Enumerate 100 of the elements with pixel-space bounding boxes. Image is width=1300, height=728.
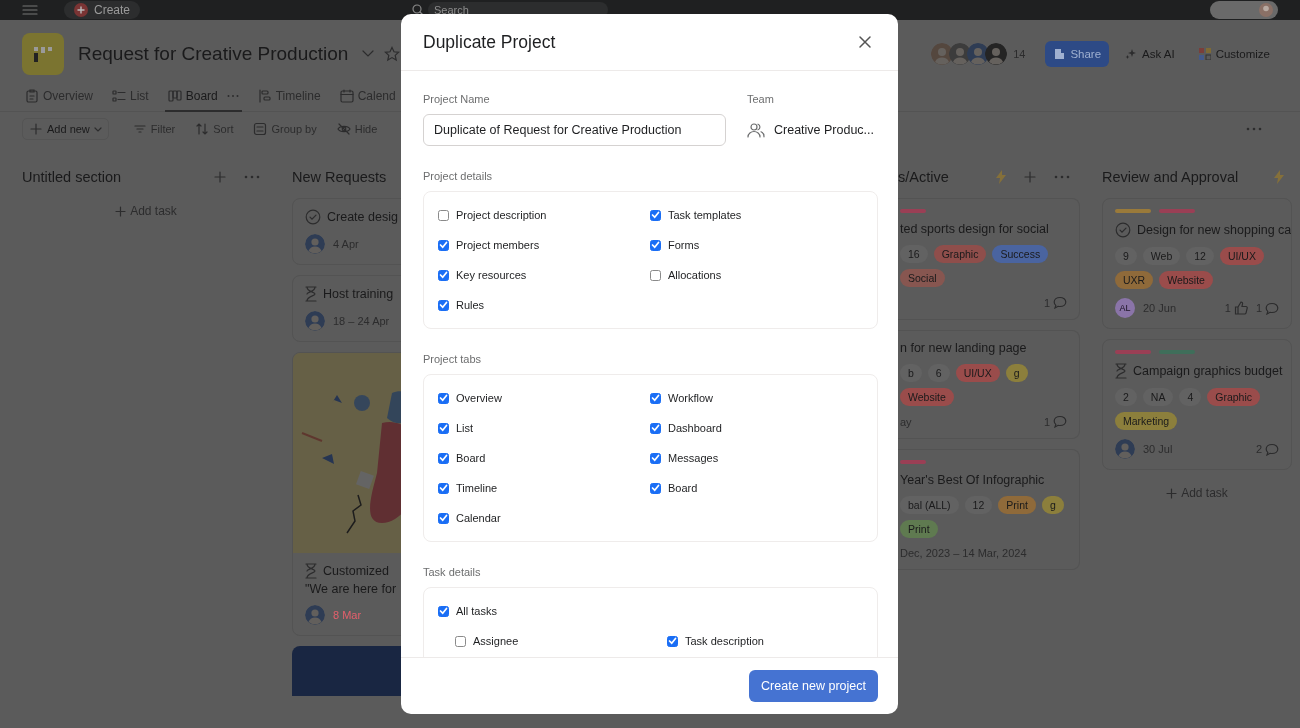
project-icon xyxy=(22,33,64,75)
add-new-button[interactable]: Add new xyxy=(22,118,109,140)
create-button[interactable]: Create xyxy=(64,1,141,19)
plus-icon[interactable] xyxy=(214,171,226,183)
tag: 12 xyxy=(1186,247,1214,265)
checkbox[interactable] xyxy=(650,452,661,464)
tag: 6 xyxy=(927,364,950,382)
chevron-down-icon[interactable] xyxy=(362,50,375,58)
section-title: Project tabs xyxy=(423,353,483,365)
task-title: Campaign graphics budget xyxy=(1133,364,1283,378)
avatar xyxy=(305,311,325,331)
more-icon[interactable] xyxy=(1054,175,1070,179)
tag: Graphic xyxy=(933,245,987,263)
task-title: Host training xyxy=(323,287,394,301)
checkbox-label: Dashboard xyxy=(668,422,722,434)
avatar[interactable] xyxy=(1210,1,1278,19)
plus-icon xyxy=(115,205,127,217)
checkbox[interactable] xyxy=(650,392,661,404)
checkbox[interactable] xyxy=(438,452,449,464)
menu-icon[interactable] xyxy=(22,4,38,16)
tag: g xyxy=(1005,364,1028,382)
tag: Website xyxy=(900,388,954,406)
checkmark-icon xyxy=(668,637,677,645)
checkbox[interactable] xyxy=(438,299,449,311)
field-label: Project Name xyxy=(423,93,491,105)
list-icon xyxy=(112,89,126,103)
checkbox[interactable] xyxy=(455,635,466,647)
checkmark-icon xyxy=(439,271,448,279)
grid-icon xyxy=(1198,48,1211,60)
comment-icon[interactable] xyxy=(1265,301,1279,315)
plus-icon[interactable] xyxy=(1024,171,1036,183)
caret-icon xyxy=(93,126,102,132)
sparkle-icon xyxy=(1125,48,1138,60)
checkbox[interactable] xyxy=(667,635,678,647)
task-description: "We are here for xyxy=(305,582,398,596)
checkmark-icon xyxy=(651,211,660,219)
tag: UXR xyxy=(1115,271,1154,289)
checkbox[interactable] xyxy=(650,482,661,494)
checkbox[interactable] xyxy=(438,239,449,251)
due-date: 8 Mar xyxy=(333,609,362,621)
checkbox[interactable] xyxy=(438,605,449,617)
checkbox-label: Workflow xyxy=(668,392,714,404)
checkmark-icon xyxy=(439,607,448,615)
checkbox[interactable] xyxy=(438,209,449,221)
checkbox[interactable] xyxy=(438,512,449,524)
checkbox-label: Calendar xyxy=(456,512,501,524)
checkmark-icon xyxy=(439,424,448,432)
checkbox[interactable] xyxy=(650,209,661,221)
checkbox-label: Overview xyxy=(456,392,502,404)
comment-icon[interactable] xyxy=(1053,415,1067,428)
close-icon[interactable] xyxy=(858,35,872,49)
checkbox[interactable] xyxy=(438,422,449,434)
checkbox[interactable] xyxy=(650,269,661,281)
comment-icon[interactable] xyxy=(1265,442,1279,456)
hourglass-icon xyxy=(305,563,317,579)
check-circle-icon[interactable] xyxy=(305,209,321,225)
tag: Success xyxy=(992,245,1049,263)
tag: 9 xyxy=(1115,247,1137,265)
task-title: Create desig xyxy=(327,210,398,224)
avatar xyxy=(305,234,325,254)
checkbox[interactable] xyxy=(438,392,449,404)
checkbox[interactable] xyxy=(650,422,661,434)
tag: b xyxy=(900,364,922,382)
tag: 4 xyxy=(1179,388,1202,406)
tag: Website xyxy=(1159,271,1213,289)
calendar-icon xyxy=(339,89,354,103)
checkmark-icon xyxy=(439,241,448,249)
tag: g xyxy=(1041,496,1064,514)
tag: Graphic xyxy=(1207,388,1261,406)
checkbox[interactable] xyxy=(438,482,449,494)
comment-icon[interactable] xyxy=(1053,296,1067,309)
dialog-title: Duplicate Project xyxy=(423,31,556,53)
more-icon[interactable] xyxy=(244,175,260,179)
share-button[interactable]: Share xyxy=(1045,41,1110,67)
people-icon xyxy=(747,122,765,138)
more-icon[interactable] xyxy=(1246,127,1262,131)
clipboard-icon xyxy=(25,89,39,103)
ask-ai-button[interactable]: Ask AI xyxy=(1117,41,1183,67)
project-name-field[interactable]: Duplicate of Request for Creative Production xyxy=(423,114,726,146)
timeline-icon xyxy=(257,89,272,103)
avatar[interactable] xyxy=(985,43,1008,65)
task-title: ted sports design for social xyxy=(900,222,1049,236)
plus-icon xyxy=(1166,487,1178,499)
check-circle-icon[interactable] xyxy=(1115,222,1131,238)
tab[interactable]: Board xyxy=(164,85,242,112)
tag: bal (ALL) xyxy=(900,496,959,514)
checkbox[interactable] xyxy=(650,239,661,251)
team-name[interactable]: Creative Produc... xyxy=(774,123,875,137)
tag: 2 xyxy=(1115,388,1137,406)
create-project-button[interactable]: Create new project xyxy=(749,670,878,702)
board-icon xyxy=(167,89,182,103)
tag: NA xyxy=(1142,388,1174,406)
thumbs-up-icon[interactable] xyxy=(1233,301,1248,315)
checkmark-icon xyxy=(651,454,660,462)
star-icon[interactable] xyxy=(384,46,401,62)
customize-button[interactable]: Customize xyxy=(1190,41,1278,67)
tag: Marketing xyxy=(1115,412,1178,430)
plus-icon xyxy=(74,3,88,17)
checkbox[interactable] xyxy=(438,269,449,281)
checkbox-label: Task description xyxy=(685,635,764,647)
